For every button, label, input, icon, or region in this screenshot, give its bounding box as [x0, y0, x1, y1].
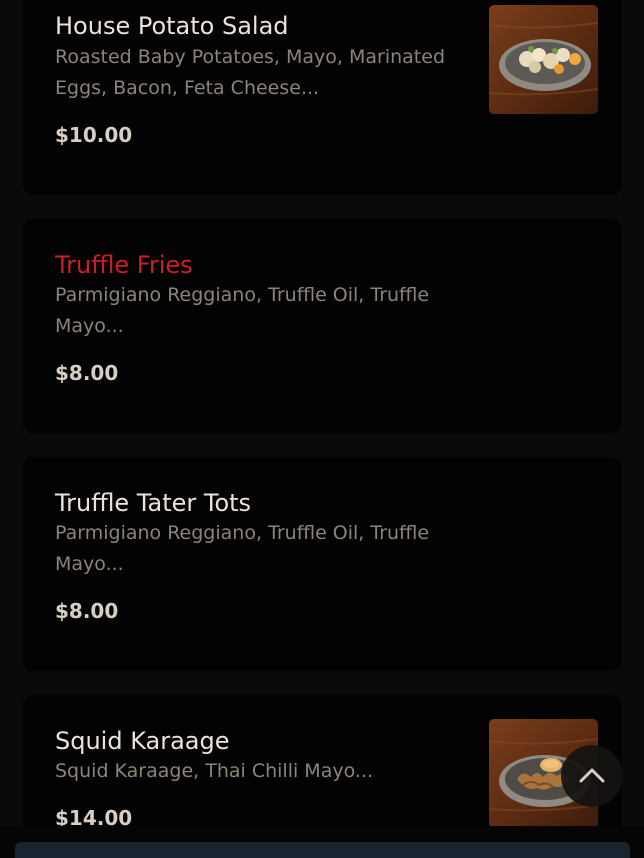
menu-item-description: Parmigiano Reggiano, Truffle Oil, Truffl…	[55, 522, 430, 575]
menu-item-title: Truffle Fries	[55, 251, 193, 279]
menu-page: House Potato Salad Roasted Baby Potatoes…	[0, 0, 644, 858]
menu-item-title: Truffle Tater Tots	[55, 489, 252, 517]
scroll-to-top-button[interactable]	[561, 745, 623, 807]
menu-item-card[interactable]: House Potato Salad Roasted Baby Potatoes…	[23, 0, 622, 195]
bottom-bar[interactable]	[15, 842, 630, 858]
menu-item-title: Squid Karaage	[55, 727, 230, 755]
menu-item-image[interactable]	[489, 5, 598, 114]
menu-item-description: Parmigiano Reggiano, Truffle Oil, Truffl…	[55, 284, 430, 337]
menu-item-price: $8.00	[55, 599, 119, 623]
menu-item-card[interactable]: Truffle Tater Tots Parmigiano Reggiano, …	[23, 457, 622, 671]
menu-item-title: House Potato Salad	[55, 12, 289, 40]
menu-item-description: Squid Karaage, Thai Chilli Mayo...	[55, 760, 373, 782]
menu-item-card[interactable]: Truffle Fries Parmigiano Reggiano, Truff…	[23, 219, 622, 433]
menu-item-price: $10.00	[55, 123, 133, 147]
menu-item-price: $8.00	[55, 361, 119, 385]
menu-item-description: Roasted Baby Potatoes, Mayo, Marinated E…	[55, 46, 446, 99]
potato-salad-dish-icon	[489, 5, 598, 114]
chevron-up-icon	[579, 768, 605, 783]
